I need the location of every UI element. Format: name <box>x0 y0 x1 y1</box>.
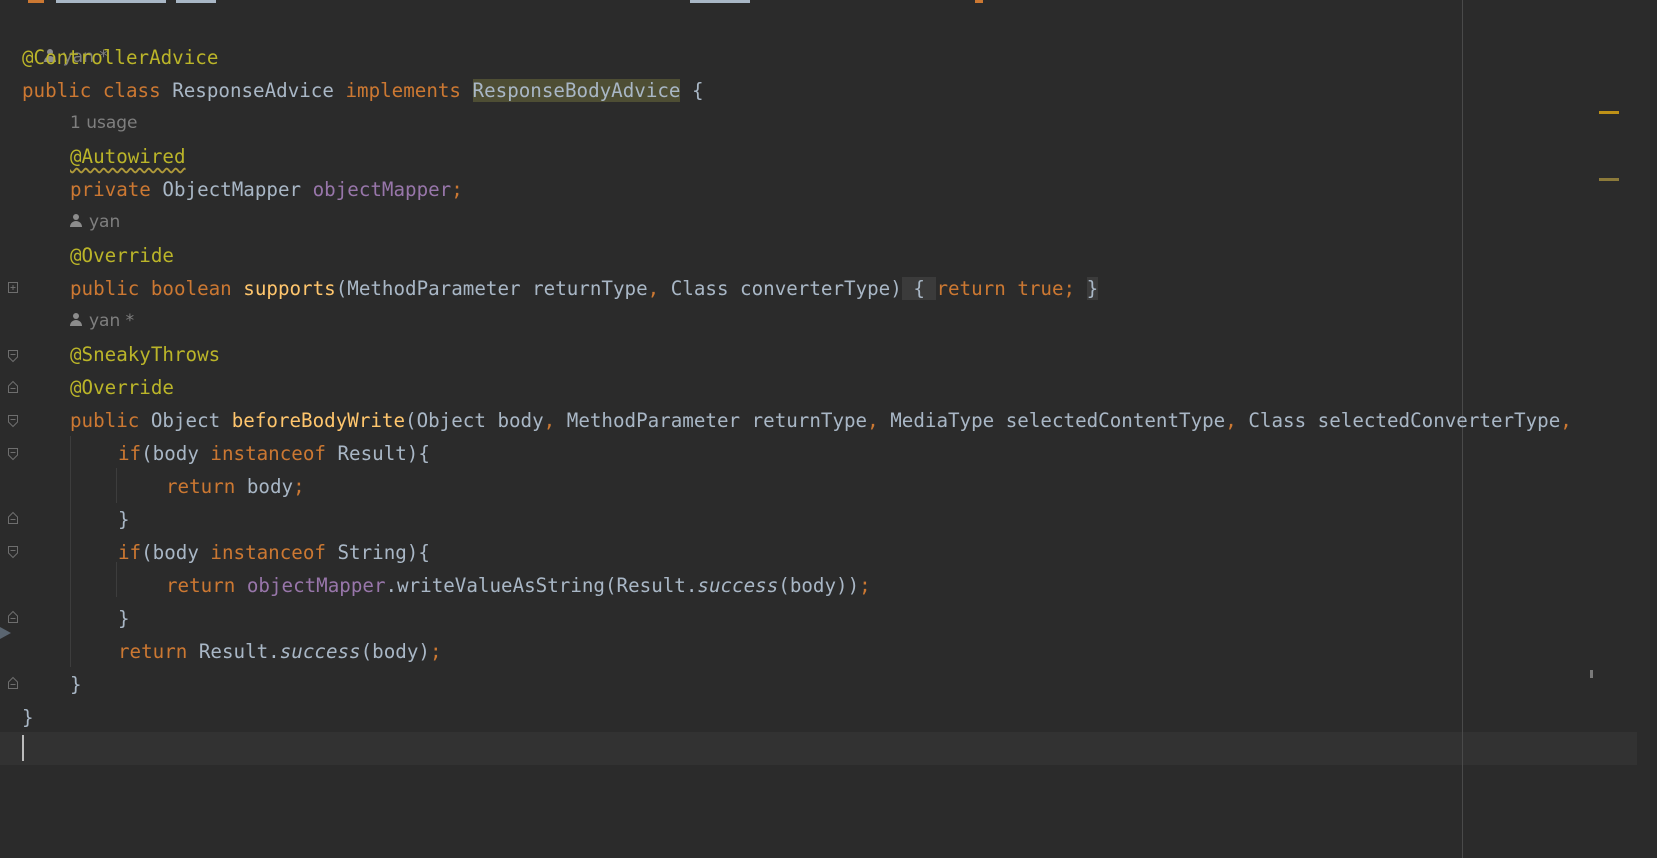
code-line-before-body-write: public Object beforeBodyWrite(Object bod… <box>70 409 1572 432</box>
code-line-class-close: } <box>22 706 34 729</box>
code-line-close-brace: } <box>118 508 130 531</box>
fold-end-icon[interactable] <box>7 511 19 525</box>
usage-hint[interactable]: 1 usage <box>70 107 138 140</box>
person-icon <box>70 313 82 327</box>
code-line-return-success: return Result.success(body); <box>118 640 442 663</box>
code-line-field: private ObjectMapper objectMapper; <box>70 178 463 201</box>
code-editor[interactable]: yan * @ControllerAdvice public class Res… <box>0 0 1637 858</box>
code-line-autowired: @Autowired <box>70 145 186 168</box>
code-line-return-write: return objectMapper.writeValueAsString(R… <box>166 574 871 597</box>
code-line-class-decl: public class ResponseAdvice implements R… <box>22 79 704 102</box>
info-marker[interactable] <box>1590 670 1593 678</box>
code-line-close-brace: } <box>118 607 130 630</box>
indent-guide <box>116 562 117 597</box>
fold-collapse-icon[interactable] <box>7 447 19 461</box>
code-line-method-close: } <box>70 673 82 696</box>
author-hint[interactable]: yan <box>70 206 120 239</box>
code-line-if-result: if(body instanceof Result){ <box>118 442 430 465</box>
fold-collapse-icon[interactable] <box>7 414 19 428</box>
warning-marker[interactable] <box>1599 178 1619 181</box>
fold-end-icon[interactable] <box>7 676 19 690</box>
code-line-override: @Override <box>70 376 174 399</box>
text-caret <box>22 735 24 761</box>
current-line-highlight <box>0 732 1637 765</box>
breakpoint-arrow-icon[interactable] <box>0 626 12 640</box>
fold-collapse-icon[interactable] <box>7 349 19 363</box>
code-line-1: @ControllerAdvice <box>22 46 219 69</box>
indent-guide <box>116 468 117 503</box>
code-line-sneaky: @SneakyThrows <box>70 343 221 366</box>
code-line-if-string: if(body instanceof String){ <box>118 541 430 564</box>
fold-end-icon[interactable] <box>7 610 19 624</box>
fold-end-icon[interactable] <box>7 380 19 394</box>
person-icon <box>70 214 82 228</box>
clipped-previous-line <box>28 0 983 3</box>
warning-marker[interactable] <box>1599 111 1619 114</box>
indent-guide <box>70 436 71 667</box>
code-line-return-body: return body; <box>166 475 305 498</box>
author-hint[interactable]: yan * <box>70 305 134 338</box>
code-line-override: @Override <box>70 244 174 267</box>
author-hint[interactable]: yan * <box>22 8 108 67</box>
code-line-supports: public boolean supports(MethodParameter … <box>70 277 1099 300</box>
fold-collapse-icon[interactable] <box>7 545 19 559</box>
fold-expand-icon[interactable] <box>7 281 19 295</box>
